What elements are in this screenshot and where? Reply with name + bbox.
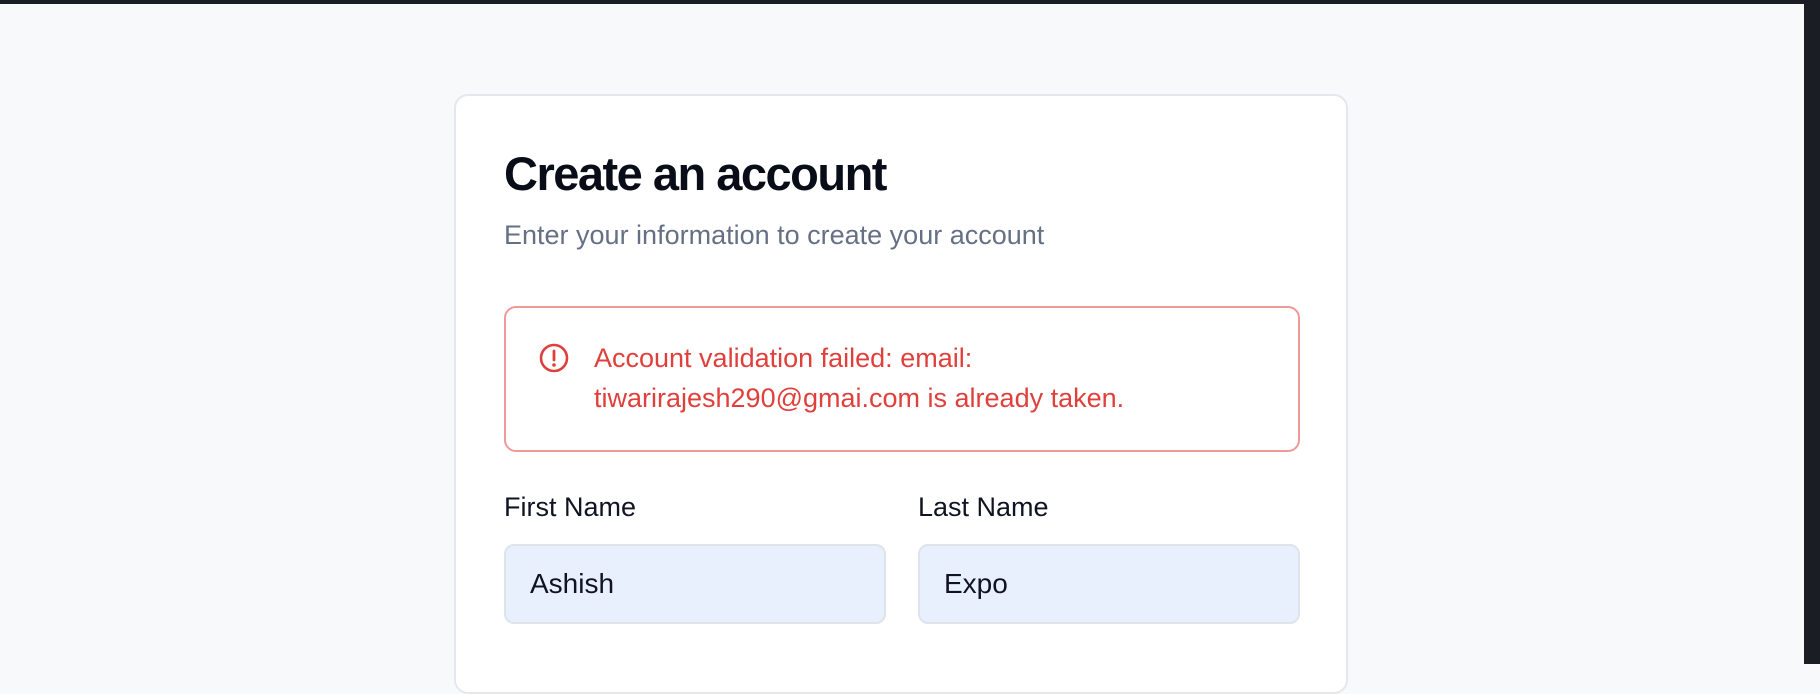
signup-card: Create an account Enter your information… (454, 94, 1348, 694)
page-title: Create an account (504, 147, 887, 200)
first-name-label: First Name (504, 492, 637, 522)
error-alert: Account validation failed: email: tiwari… (504, 306, 1300, 452)
window-top-bar (0, 0, 1820, 4)
first-name-field-group: First Name (504, 492, 886, 624)
window-right-edge (1804, 0, 1820, 664)
last-name-label: Last Name (918, 492, 1049, 522)
page-subtitle: Enter your information to create your ac… (504, 220, 1045, 250)
error-message: Account validation failed: email: tiwari… (594, 343, 1125, 413)
last-name-input[interactable] (918, 544, 1300, 624)
alert-circle-icon (539, 343, 569, 373)
first-name-input[interactable] (504, 544, 886, 624)
last-name-field-group: Last Name (918, 492, 1300, 624)
